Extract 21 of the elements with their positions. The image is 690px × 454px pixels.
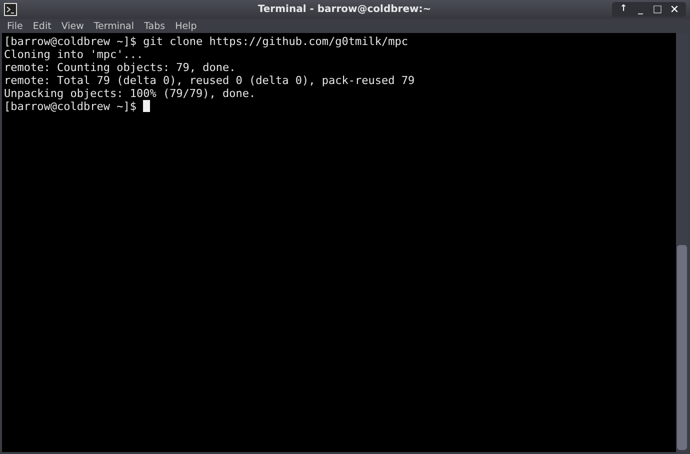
- menu-item[interactable]: View: [56, 20, 89, 32]
- menu-item[interactable]: Edit: [28, 20, 56, 32]
- terminal-line: [barrow@coldbrew ~]$ git clone https://github.com/g0tmilk/mpc: [4, 35, 409, 48]
- menu-item[interactable]: Terminal: [88, 20, 140, 32]
- maximize-button[interactable]: □: [650, 2, 665, 17]
- scrollbar[interactable]: [676, 33, 688, 452]
- text-cursor: [143, 100, 150, 112]
- terminal-line: Unpacking objects: 100% (79/79), done.: [4, 87, 257, 100]
- menu-item[interactable]: File: [2, 20, 28, 32]
- close-button[interactable]: ✕: [667, 2, 682, 17]
- keep-above-button[interactable]: ↑: [616, 2, 631, 17]
- terminal-line: remote: Counting objects: 79, done.: [4, 61, 237, 74]
- window-title: Terminal - barrow@coldbrew:~: [256, 4, 432, 15]
- terminal-line: remote: Total 79 (delta 0), reused 0 (delta 0), pack-reused 79: [4, 74, 416, 87]
- minimize-button[interactable]: _: [633, 2, 648, 17]
- terminal-icon: [4, 3, 17, 16]
- scrollbar-thumb[interactable]: [677, 245, 687, 450]
- terminal-line: Cloning into 'mpc'...: [4, 48, 144, 61]
- menu-item[interactable]: Help: [170, 20, 202, 32]
- menu-item[interactable]: Tabs: [139, 20, 170, 32]
- terminal-prompt: [barrow@coldbrew ~]$: [4, 100, 138, 113]
